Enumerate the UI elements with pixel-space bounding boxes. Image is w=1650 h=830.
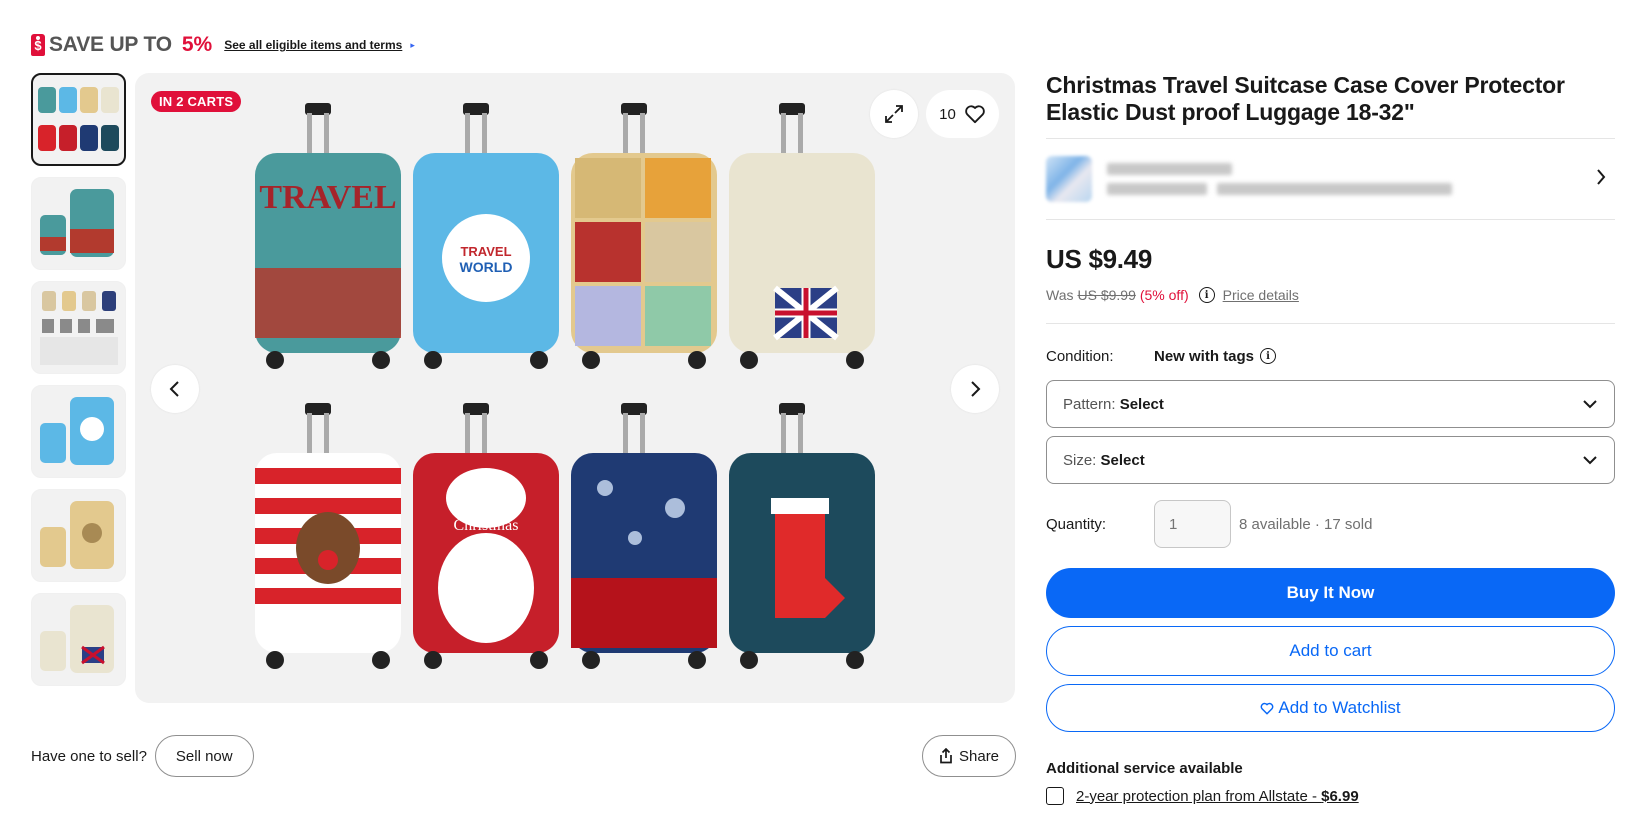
seller-info-redacted — [1107, 159, 1452, 199]
thumbnail-2[interactable] — [31, 177, 126, 270]
main-product-image[interactable]: TRAVEL TRAVEL WORLD Christmas IN 2 CARTS… — [135, 73, 1015, 703]
suitcase-london-stamps — [729, 103, 875, 369]
suitcase-travel-teal: TRAVEL — [255, 103, 401, 369]
sell-row: Have one to sell? Sell now — [31, 735, 254, 777]
thumbnail-strip — [31, 73, 127, 703]
info-icon[interactable]: i — [1198, 287, 1215, 303]
suitcase-stocking — [729, 403, 875, 669]
size-value: Select — [1100, 451, 1145, 469]
protection-plan-price: $6.99 — [1321, 787, 1359, 805]
thumbnail-image — [39, 396, 114, 465]
divider — [1046, 219, 1615, 220]
condition-row: Condition: New with tags i — [1046, 346, 1615, 366]
current-price: US $9.49 — [1046, 244, 1153, 274]
seller-card[interactable] — [1046, 139, 1615, 219]
discount-percent: (5% off) — [1139, 287, 1189, 303]
promo-arrow-icon: ▸ — [410, 39, 415, 50]
thumbnail-3[interactable] — [31, 281, 126, 374]
chevron-left-icon — [169, 381, 179, 397]
promo-percent: 5% — [181, 33, 213, 56]
promo-text: SAVE UP TO — [49, 33, 172, 56]
thumbnail-image — [37, 86, 119, 151]
watchlist-label: Add to Watchlist — [1278, 698, 1401, 717]
thumbnail-4[interactable] — [31, 385, 126, 478]
size-select[interactable]: Size: Select — [1046, 436, 1615, 484]
condition-value: New with tags — [1154, 347, 1255, 365]
luggage-covers-image: TRAVEL TRAVEL WORLD Christmas — [255, 103, 875, 669]
thumbnail-image — [39, 188, 114, 257]
share-label: Share — [959, 747, 1000, 765]
watchers-button[interactable]: 10 — [926, 90, 999, 138]
quantity-label: Quantity: — [1046, 515, 1107, 533]
thumbnail-1[interactable] — [31, 73, 126, 166]
next-image-button[interactable] — [951, 365, 999, 413]
watch-count: 10 — [939, 105, 956, 123]
chevron-right-icon — [971, 381, 981, 397]
heart-icon — [1261, 702, 1274, 714]
quantity-input[interactable] — [1154, 500, 1231, 548]
availability-text: 8 available · 17 sold — [1239, 515, 1373, 533]
condition-info-icon[interactable]: i — [1260, 348, 1277, 364]
chevron-down-icon — [1583, 456, 1597, 465]
pattern-select[interactable]: Pattern: Select — [1046, 380, 1615, 428]
size-label: Size: — [1063, 451, 1097, 469]
price-details-link[interactable]: Price details — [1223, 287, 1299, 303]
chevron-right-icon — [1597, 169, 1606, 185]
suitcase-snowflakes — [571, 403, 717, 669]
thumbnail-image — [39, 604, 114, 673]
suitcase-santa: Christmas — [413, 403, 559, 669]
svg-text:TRAVEL: TRAVEL — [259, 179, 396, 216]
svg-text:TRAVEL: TRAVEL — [460, 244, 511, 259]
expand-image-button[interactable] — [870, 90, 918, 138]
sell-now-button[interactable]: Sell now — [154, 735, 254, 777]
share-button[interactable]: Share — [922, 735, 1017, 777]
in-carts-badge: IN 2 CARTS — [151, 91, 242, 112]
promo-terms-link[interactable]: See all eligible items and terms — [224, 38, 402, 52]
protection-plan-text: 2-year protection plan from Allstate - — [1076, 787, 1322, 805]
listing-details: Christmas Travel Suitcase Case Cover Pro… — [1046, 72, 1615, 805]
listing-title: Christmas Travel Suitcase Case Cover Pro… — [1046, 72, 1565, 125]
chevron-down-icon — [1583, 400, 1597, 409]
svg-text:WORLD: WORLD — [460, 259, 513, 275]
suitcase-reindeer — [255, 403, 401, 669]
add-to-cart-button[interactable]: Add to cart — [1046, 626, 1615, 676]
pattern-value: Select — [1119, 395, 1164, 413]
pattern-label: Pattern: — [1063, 395, 1116, 413]
protection-plan-row: 2-year protection plan from Allstate - $… — [1046, 787, 1615, 805]
sale-tag-icon: $ — [31, 34, 45, 56]
suitcase-travel-around-world: TRAVEL WORLD — [413, 103, 559, 369]
previous-image-button[interactable] — [151, 365, 199, 413]
thumbnail-image — [39, 500, 114, 569]
expand-icon — [885, 105, 903, 123]
share-icon — [940, 748, 952, 764]
svg-text:Christmas: Christmas — [454, 517, 519, 534]
thumbnail-6[interactable] — [31, 593, 126, 686]
suitcase-postcards — [571, 103, 717, 369]
buy-it-now-button[interactable]: Buy It Now — [1046, 568, 1615, 618]
seller-avatar — [1046, 156, 1092, 202]
add-to-watchlist-button[interactable]: Add to Watchlist — [1046, 684, 1615, 732]
additional-service-title: Additional service available — [1046, 760, 1243, 777]
promo-banner: $ SAVE UP TO 5% See all eligible items a… — [31, 30, 415, 60]
divider — [1046, 323, 1615, 324]
heart-icon — [965, 105, 985, 124]
thumbnail-image — [39, 290, 118, 365]
quantity-row: Quantity: 8 available · 17 sold — [1046, 500, 1615, 548]
sell-label: Have one to sell? — [31, 747, 147, 765]
original-price: US $9.99 — [1077, 287, 1136, 303]
was-price-row: Was US $9.99 (5% off) i Price details — [1046, 287, 1615, 303]
protection-plan-link[interactable]: 2-year protection plan from Allstate - $… — [1076, 788, 1359, 805]
was-label: Was — [1046, 287, 1074, 303]
condition-label: Condition: — [1046, 347, 1114, 365]
thumbnail-5[interactable] — [31, 489, 126, 582]
protection-plan-checkbox[interactable] — [1046, 787, 1064, 805]
